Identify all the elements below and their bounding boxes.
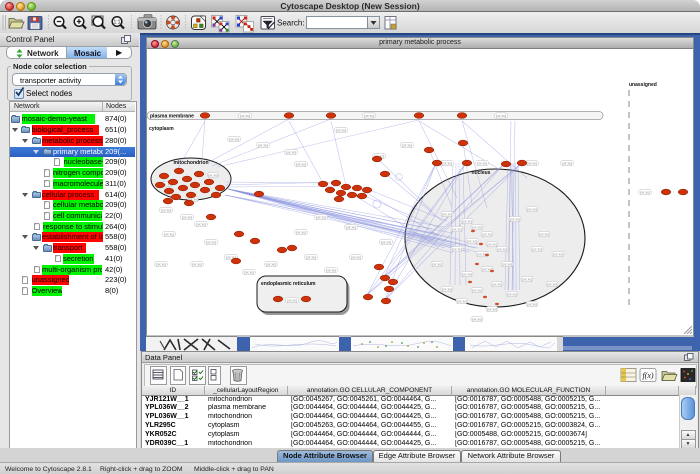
svg-text:(xx xx): (xx xx) [442,287,452,291]
svg-text:(xx xx): (xx xx) [432,262,442,266]
svg-text:(xx xx): (xx xx) [286,150,296,154]
svg-text:(xx xx): (xx xx) [316,215,326,219]
svg-text:(xx xx): (xx xx) [266,262,276,266]
svg-text:(xx xx): (xx xx) [196,222,206,226]
svg-text:(xx xx): (xx xx) [381,240,391,244]
svg-text:(xx xx): (xx xx) [522,277,532,281]
svg-text:(xx xx): (xx xx) [496,114,506,118]
svg-text:(xx xx): (xx xx) [640,190,650,194]
svg-text:(xx xx): (xx xx) [472,225,482,229]
svg-text:(xx xx): (xx xx) [562,161,572,165]
svg-text:(xx xx): (xx xx) [296,230,306,234]
svg-text:(xx xx): (xx xx) [497,247,507,251]
svg-text:(xx xx): (xx xx) [539,232,549,236]
svg-text:(xx xx): (xx xx) [206,240,216,244]
svg-text:(xx xx): (xx xx) [502,262,512,266]
svg-text:(xx xx): (xx xx) [156,262,166,266]
svg-text:(xx xx): (xx xx) [527,207,537,211]
svg-text:(xx xx): (xx xx) [161,208,171,212]
svg-text:(xx xx): (xx xx) [442,161,452,165]
svg-text:plasma membrane: plasma membrane [150,114,194,120]
svg-text:cytoplasm: cytoplasm [149,126,174,132]
svg-text:(xx xx): (xx xx) [192,262,202,266]
svg-text:f(x): f(x) [642,371,653,380]
svg-text:nucleus: nucleus [472,170,491,176]
svg-text:(xx xx): (xx xx) [258,143,268,147]
svg-text:(xx xx): (xx xx) [452,247,462,251]
svg-text:unassigned: unassigned [629,82,657,88]
svg-text:(xx xx): (xx xx) [326,268,336,272]
svg-text:(xx xx): (xx xx) [462,272,472,276]
svg-text:(xx xx): (xx xx) [457,299,467,303]
svg-text:(xx xx): (xx xx) [452,227,462,231]
svg-text:(xx xx): (xx xx) [244,270,254,274]
svg-text:(xx xx): (xx xx) [462,219,472,223]
svg-text:(xx xx): (xx xx) [336,128,346,132]
svg-text:(xx xx): (xx xx) [507,292,517,296]
svg-text:(xx xx): (xx xx) [182,215,192,219]
svg-text:Search:: Search: [277,19,305,28]
svg-text:(xx xx): (xx xx) [553,252,563,256]
svg-text:(xx xx): (xx xx) [287,298,297,302]
svg-text:(xx xx): (xx xx) [296,162,306,166]
svg-text:1:1: 1:1 [114,20,121,26]
svg-text:(xx xx): (xx xx) [240,114,250,118]
svg-text:(xx xx): (xx xx) [229,137,239,141]
svg-text:(xx xx): (xx xx) [527,302,537,306]
svg-text:(xx xx): (xx xx) [208,173,218,177]
svg-text:(xx xx): (xx xx) [472,288,482,292]
svg-text:(xx xx): (xx xx) [164,232,174,236]
svg-text:(xx xx): (xx xx) [306,255,316,259]
svg-text:(xx xx): (xx xx) [547,282,557,286]
svg-text:(xx xx): (xx xx) [527,161,537,165]
svg-text:(xx xx): (xx xx) [364,114,374,118]
svg-text:endoplasmic reticulum: endoplasmic reticulum [261,281,316,287]
svg-text:(xx xx): (xx xx) [487,242,497,246]
svg-text:(xx xx): (xx xx) [351,255,361,259]
svg-text:(xx xx): (xx xx) [532,247,542,251]
svg-text:(xx xx): (xx xx) [477,161,487,165]
svg-text:(xx xx): (xx xx) [487,307,497,311]
svg-text:(xx xx): (xx xx) [492,282,502,286]
svg-text:(xx xx): (xx xx) [346,225,356,229]
svg-text:mitochondrion: mitochondrion [174,160,209,166]
svg-text:(xx xx): (xx xx) [482,232,492,236]
svg-text:(xx xx): (xx xx) [510,217,520,221]
svg-text:(xx xx): (xx xx) [472,317,482,321]
svg-text:(xx xx): (xx xx) [467,239,477,243]
svg-text:(xx xx): (xx xx) [402,143,412,147]
svg-text:(xx xx): (xx xx) [442,212,452,216]
